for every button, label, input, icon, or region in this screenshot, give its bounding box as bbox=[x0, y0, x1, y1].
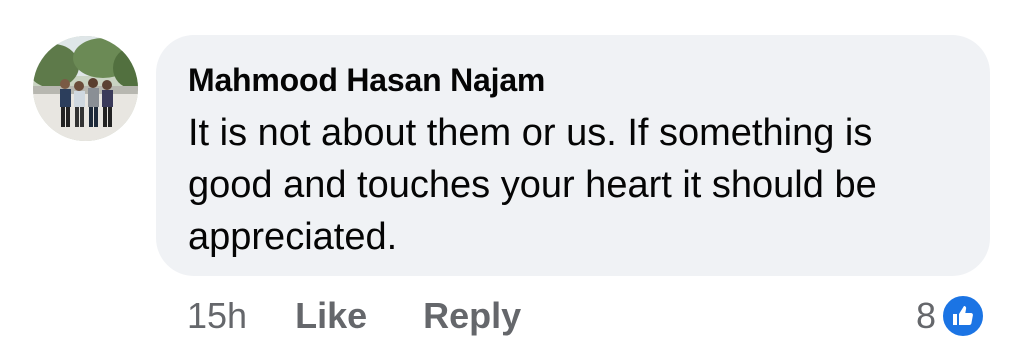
thumbs-up-icon bbox=[940, 293, 987, 339]
comment-timestamp[interactable]: 15h bbox=[187, 295, 247, 337]
comment-author[interactable]: Mahmood Hasan Najam bbox=[188, 59, 960, 101]
comment-actions: 15h Like Reply bbox=[187, 294, 577, 338]
reply-button[interactable]: Reply bbox=[423, 295, 521, 337]
comment-text: It is not about them or us. If something… bbox=[188, 112, 877, 258]
avatar[interactable] bbox=[33, 36, 138, 141]
comment: Mahmood Hasan Najam It is not about them… bbox=[0, 0, 1024, 357]
reaction-count: 8 bbox=[916, 295, 937, 336]
reaction-summary[interactable]: 8 bbox=[916, 293, 987, 339]
like-button[interactable]: Like bbox=[295, 295, 367, 337]
comment-bubble: Mahmood Hasan Najam It is not about them… bbox=[156, 35, 990, 276]
